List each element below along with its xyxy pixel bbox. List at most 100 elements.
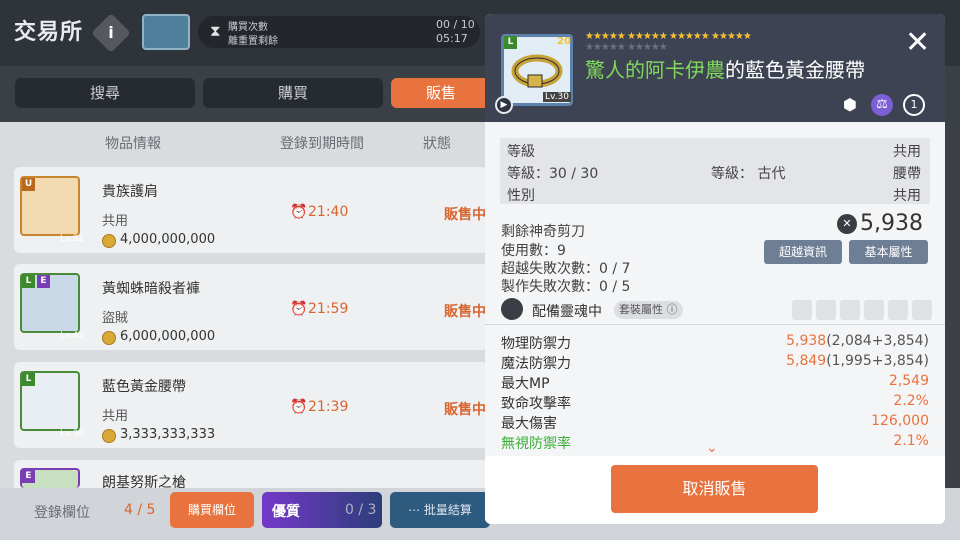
buy-count-value: 00 / 10 <box>436 18 475 31</box>
coin-icon <box>102 429 116 443</box>
expire-time: 21:59 <box>308 301 349 317</box>
equip-slot <box>864 300 884 320</box>
stat-total: 5,938 <box>786 333 827 349</box>
stat-label: 魔法防禦力 <box>501 356 571 372</box>
item-price: 6,000,000,000 <box>120 329 216 344</box>
grade-badge: U <box>22 178 35 191</box>
info-icon[interactable]: i <box>91 13 131 53</box>
status-badge: 販售中 <box>444 402 486 418</box>
item-level: Lv.42 <box>60 331 84 341</box>
list-item[interactable] <box>14 167 488 253</box>
hourglass-icon: ⧗ <box>210 22 221 40</box>
slot-label: 登錄欄位 <box>34 505 90 521</box>
coin-icon <box>102 331 116 345</box>
expire-time: 21:39 <box>308 399 349 415</box>
item-title-suffix: 的藍色黃金腰帶 <box>725 58 865 82</box>
equip-slot <box>816 300 836 320</box>
item-type: 腰帶 <box>893 166 921 182</box>
column-expire: 登錄到期時間 <box>280 136 364 152</box>
coin-icon <box>102 234 116 248</box>
item-name: 貴族護肩 <box>102 184 158 200</box>
stat-label: 致命攻擊率 <box>501 396 571 412</box>
divider <box>485 324 945 325</box>
scissors-label: 剩餘神奇剪刀 <box>501 224 585 240</box>
item-name: 朗基努斯之槍 <box>102 475 186 488</box>
stat-value: 2,549 <box>888 373 929 389</box>
slot-value: 4 / 5 <box>124 502 156 518</box>
alarm-icon: ⏰ <box>290 204 308 220</box>
craft-fail-count: 製作失敗次數：0 / 5 <box>501 279 631 295</box>
item-name: 黃蜘蛛暗殺者褲 <box>102 281 200 297</box>
help-icon: ⓘ <box>666 303 678 316</box>
era-label: 等級： 古代 <box>711 166 786 182</box>
level-value: 共用 <box>893 144 921 160</box>
item-title-prefix: 驚人的阿卡伊農 <box>585 58 725 82</box>
cancel-sale-button[interactable]: 取消販售 <box>611 465 818 513</box>
stat-value: 126,000 <box>871 413 929 429</box>
gender-value: 共用 <box>893 188 921 204</box>
soul-label: 配備靈魂中 <box>532 304 602 320</box>
upgrade-level: 20 <box>557 36 571 47</box>
grade-badge: E <box>22 470 35 483</box>
cube-icon[interactable]: ⬢ <box>839 94 861 116</box>
item-name: 藍色黃金腰帶 <box>102 379 186 395</box>
list-item[interactable] <box>14 362 488 448</box>
batch-settle-label: 批量結算 <box>423 503 472 517</box>
stat-detail: (1,995+3,854) <box>826 353 929 369</box>
grade-badge-secondary: E <box>37 275 50 288</box>
reset-value: 05:17 <box>436 32 468 45</box>
stat-total: 5,849 <box>786 353 827 369</box>
stat-label: 物理防禦力 <box>501 336 571 352</box>
scale-icon[interactable]: ⚖ <box>871 94 893 116</box>
item-detail-popup: L 20 Lv.30 ▶ ★★★★★ ★★★★★ ★★★★★ ★★★★★ ★★★… <box>485 14 945 524</box>
more-icon: ⋯ <box>408 503 424 517</box>
equip-slot <box>888 300 908 320</box>
tab-sell[interactable]: 販售 <box>391 78 491 108</box>
premium-value: 0 / 3 <box>345 502 377 518</box>
tab-buy[interactable]: 購買 <box>203 78 383 108</box>
equip-slot <box>792 300 812 320</box>
item-level: Lv.30 <box>60 429 84 439</box>
limit-one-icon[interactable]: 1 <box>903 94 925 116</box>
expire-time: 21:40 <box>308 204 349 220</box>
star-rating: ★★★★★ ★★★★★ ★★★★★ ★★★★★ ★★★★★ ★★★★★ <box>585 31 885 53</box>
list-item[interactable] <box>14 264 488 350</box>
gender-label: 性別 <box>507 188 535 204</box>
reset-label: 離重置剩餘 <box>228 36 278 47</box>
tab-search[interactable]: 搜尋 <box>15 78 195 108</box>
item-class: 共用 <box>102 409 129 424</box>
scroll-down-icon[interactable]: ⌄ <box>706 440 718 456</box>
set-attr-label: 套裝屬性 <box>619 303 663 316</box>
item-level: Lv.30 <box>543 92 571 102</box>
shop-badge-icon[interactable] <box>142 14 190 50</box>
status-badge: 販售中 <box>444 304 486 320</box>
stat-label: 最大MP <box>501 376 550 392</box>
batch-settle-button[interactable]: ⋯ 批量結算 <box>390 492 490 528</box>
grade-badge: L <box>22 373 35 386</box>
item-price: 3,333,333,333 <box>120 427 216 442</box>
exceed-info-button[interactable]: 超越資訊 <box>764 240 842 264</box>
use-count: 使用數：9 <box>501 243 566 259</box>
grade-badge: L <box>504 36 517 49</box>
gold-stars: ★★★★★ ★★★★★ ★★★★★ ★★★★★ <box>585 31 752 42</box>
status-badge: 販售中 <box>444 207 486 223</box>
stat-value: 2.1% <box>893 433 929 449</box>
stat-detail: (2,084+3,854) <box>826 333 929 349</box>
equip-slot <box>840 300 860 320</box>
level-label: 等級 <box>507 144 535 160</box>
item-title: 驚人的阿卡伊農的藍色黃金腰帶 <box>585 54 865 83</box>
basic-attr-button[interactable]: 基本屬性 <box>849 240 928 264</box>
level-range: 等級：30 / 30 <box>507 166 599 182</box>
close-icon[interactable]: ✕ <box>905 28 930 58</box>
set-attr-button[interactable]: 套裝屬性 ⓘ <box>614 301 683 319</box>
list-item[interactable] <box>14 460 488 488</box>
alarm-icon: ⏰ <box>290 301 308 317</box>
item-price: 4,000,000,000 <box>120 232 216 247</box>
buy-slot-button[interactable]: 購買欄位 <box>170 492 254 528</box>
play-icon[interactable]: ▶ <box>495 96 513 114</box>
item-level: Lv.32 <box>60 234 84 244</box>
item-class: 盜賊 <box>102 311 129 326</box>
column-status: 狀態 <box>423 136 451 152</box>
stat-value: 5,849(1,995+3,854) <box>729 353 929 369</box>
page-title: 交易所 <box>14 20 84 45</box>
